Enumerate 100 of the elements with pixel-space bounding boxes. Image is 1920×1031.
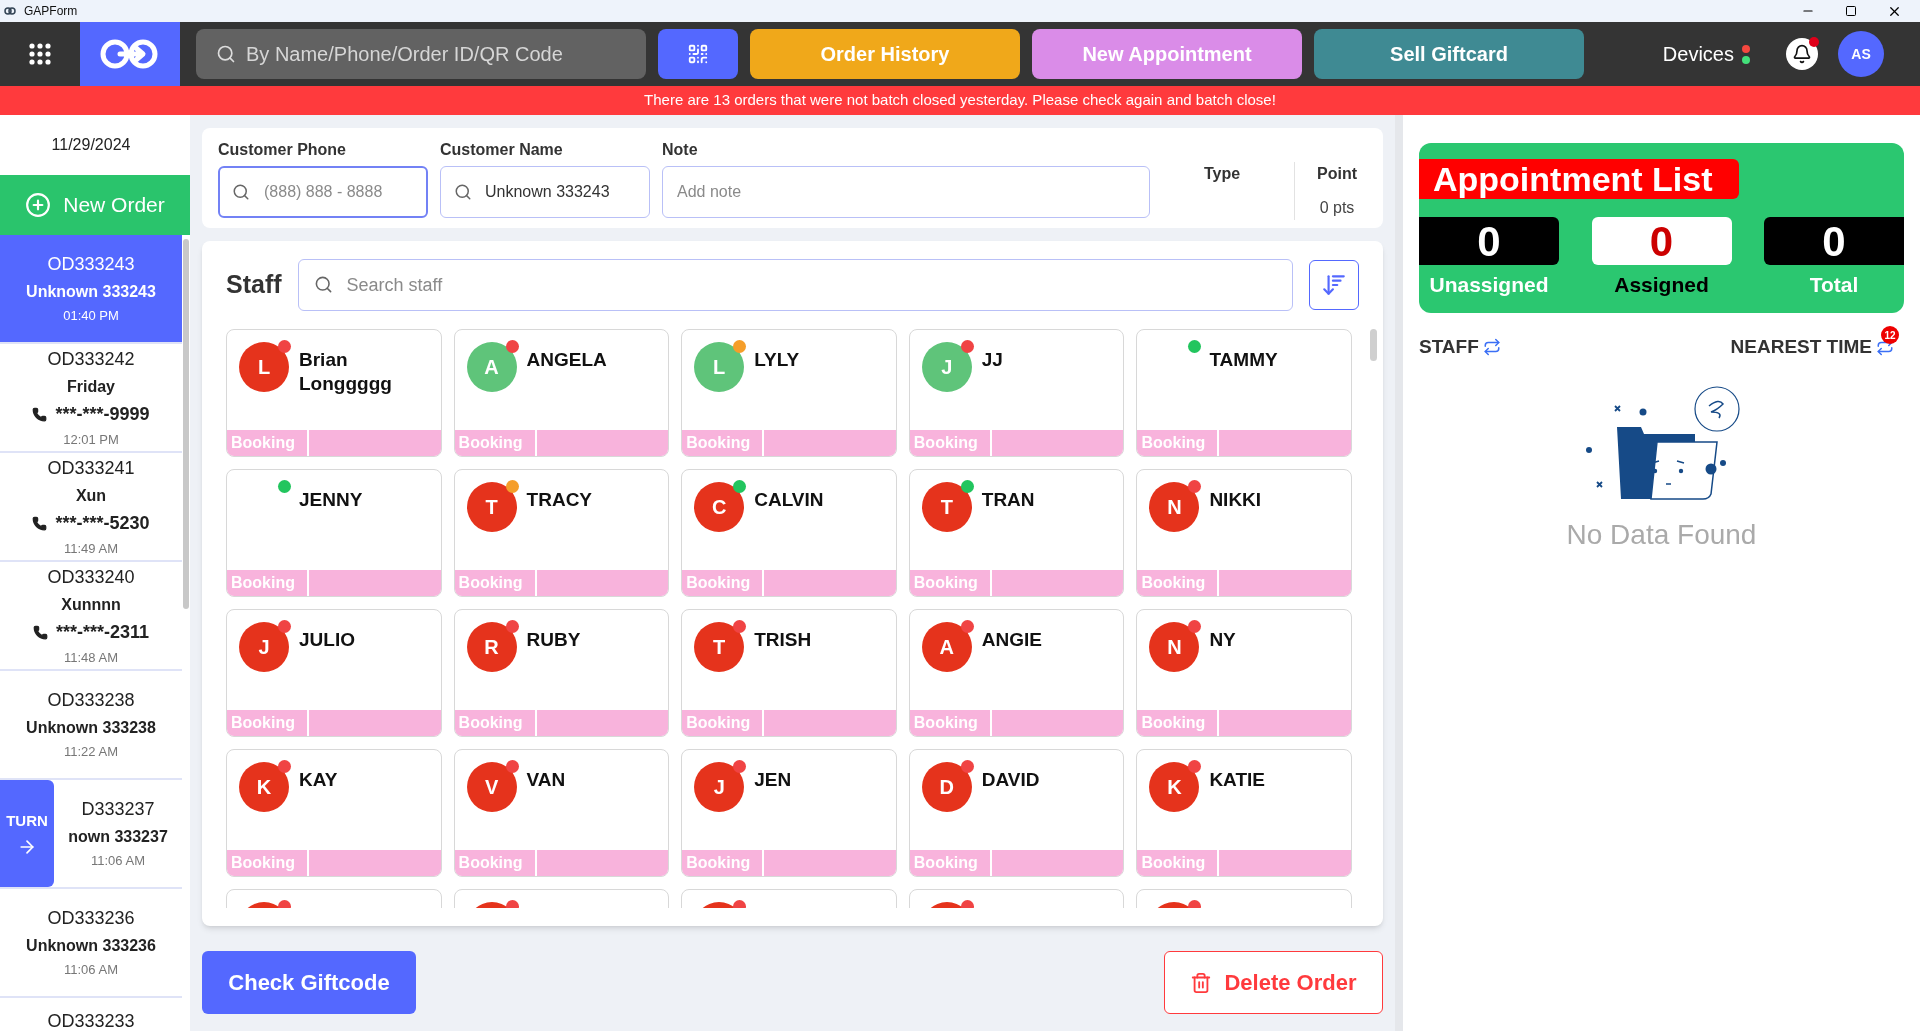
search-field[interactable]: By Name/Phone/Order ID/QR Code [196, 29, 646, 79]
staff-avatar: J [239, 622, 289, 672]
staff-avatar: C [694, 482, 745, 532]
staff-avatar: L [239, 342, 289, 392]
point-value: 0 pts [1319, 198, 1355, 218]
field-label: Customer Name [440, 140, 564, 160]
staff-name: JJ [981, 348, 1003, 372]
staff-card[interactable]: J JULIO Booking [226, 609, 442, 737]
order-id: OD333243 [47, 253, 135, 277]
staff-sort-label[interactable]: STAFF [1419, 333, 1479, 362]
staff-name: ANGELA [526, 348, 607, 372]
customer-name: Unknown 333243 [26, 282, 156, 303]
staff-avatar: J [921, 342, 972, 392]
order-id: OD333236 [47, 907, 135, 931]
type-label: Type [1203, 164, 1241, 184]
staff-card[interactable]: J JEN Booking [681, 749, 897, 877]
qr-code-icon [687, 43, 709, 65]
delete-order-button[interactable]: Delete Order [1164, 951, 1383, 1014]
maximize-icon[interactable] [1845, 5, 1857, 17]
staff-avatar: R [466, 622, 517, 672]
staff-name: CALVIN [754, 488, 824, 512]
customer-name: Xunnnn [61, 594, 121, 615]
staff-name: JULIO [299, 628, 355, 652]
customer-phone: ***-***-5230 [55, 511, 150, 535]
input-field[interactable]: (888) 888 - 8888 [218, 166, 428, 218]
staff-name: TRISH [754, 628, 812, 652]
notification-button[interactable] [1786, 38, 1818, 70]
staff-card[interactable]: A ANGELA Booking [453, 329, 670, 457]
apps-grid-icon[interactable] [29, 43, 51, 65]
phone-icon [32, 624, 48, 640]
app-icon [4, 5, 16, 17]
staff-avatar: D [921, 762, 972, 812]
order-item[interactable]: OD333243 Unknown 333243 01:40 PM [0, 235, 182, 342]
staff-search-field[interactable]: Search staff [297, 259, 1293, 311]
turn-tab[interactable]: TURN [0, 780, 54, 887]
search-icon [313, 275, 333, 294]
scrollbar[interactable] [1369, 329, 1377, 361]
staff-card[interactable]: T TRACY Booking [453, 469, 670, 597]
staff-name: JENNY [299, 488, 363, 512]
staff-name: TRAN [981, 488, 1035, 512]
field-label: Note [662, 140, 699, 160]
nearest-time-sort-label[interactable]: NEAREST TIME [1730, 333, 1872, 362]
toolbar-button[interactable]: Sell Giftcard [1314, 29, 1584, 79]
counter-box: 0 [1764, 217, 1904, 265]
staff-card[interactable]: R RUBY Booking [453, 609, 670, 737]
staff-card[interactable]: TAMMY Booking [1136, 329, 1352, 457]
staff-name: KAY [299, 768, 338, 792]
order-id: OD333240 [47, 565, 135, 589]
staff-title: Staff [226, 269, 282, 301]
empty-message: No Data Found [1566, 517, 1757, 552]
phone-icon [32, 406, 48, 422]
booking-label: Booking [454, 710, 537, 736]
order-time: 11:49 AM [64, 539, 118, 558]
booking-label: Booking [454, 570, 537, 596]
order-time: 11:06 AM [64, 961, 118, 980]
order-id: D333237 [81, 798, 155, 822]
qr-button[interactable] [658, 29, 738, 79]
phone-icon [32, 515, 48, 531]
scrollbar[interactable] [183, 239, 189, 609]
staff-card[interactable]: K KAY Booking [226, 749, 442, 877]
field-label: Customer Phone [218, 140, 347, 160]
counter-box: 0 [1419, 217, 1559, 265]
staff-avatar: T [694, 622, 745, 672]
order-time: 11:22 AM [64, 743, 118, 762]
customer-phone: ***-***-2311 [55, 620, 150, 644]
staff-avatar: N [1149, 622, 1200, 672]
staff-card[interactable]: T TRISH Booking [681, 609, 897, 737]
staff-card[interactable]: A ANGIE Booking [908, 609, 1125, 737]
staff-card[interactable]: D DAVID Booking [908, 749, 1125, 877]
staff-name: ANGIE [981, 628, 1042, 652]
staff-avatar: K [1149, 762, 1200, 812]
devices-label[interactable]: Devices [1662, 39, 1734, 69]
appointment-list-title: Appointment List [1419, 159, 1739, 199]
bell-icon [1792, 44, 1812, 64]
booking-label: Booking [1137, 430, 1220, 456]
booking-label: Booking [227, 430, 309, 456]
staff-card[interactable]: N NIKKI Booking [1136, 469, 1352, 597]
sort-icon [1321, 272, 1347, 298]
staff-avatar: A [466, 342, 517, 392]
input-field[interactable]: Unknown 333243 [440, 166, 650, 218]
check-giftcode-button[interactable]: Check Giftcode [202, 951, 416, 1014]
staff-card[interactable]: K KATIE Booking [1136, 749, 1352, 877]
sort-button[interactable] [1309, 260, 1359, 310]
staff-avatar: K [239, 762, 289, 812]
trash-icon [1190, 971, 1213, 994]
staff-card[interactable]: T TRAN Booking [908, 469, 1125, 597]
staff-card[interactable]: JENNY Booking [226, 469, 442, 597]
staff-card[interactable]: C CALVIN Booking [681, 469, 897, 597]
staff-card[interactable]: J JJ Booking [908, 329, 1125, 457]
booking-label: Booking [1137, 710, 1220, 736]
booking-label: Booking [682, 850, 765, 876]
customer-name: nown 333237 [68, 827, 168, 848]
staff-card[interactable]: L LYLY Booking [681, 329, 897, 457]
staff-card[interactable]: N NY Booking [1136, 609, 1352, 737]
staff-card[interactable]: V VAN Booking [453, 749, 670, 877]
swap-icon[interactable] [1482, 338, 1501, 357]
order-id: OD333238 [47, 689, 135, 713]
input-field[interactable]: Add note [662, 166, 1150, 218]
user-avatar[interactable]: AS [1838, 31, 1884, 77]
staff-card[interactable]: L Brian Longgggg Booking [226, 329, 442, 457]
